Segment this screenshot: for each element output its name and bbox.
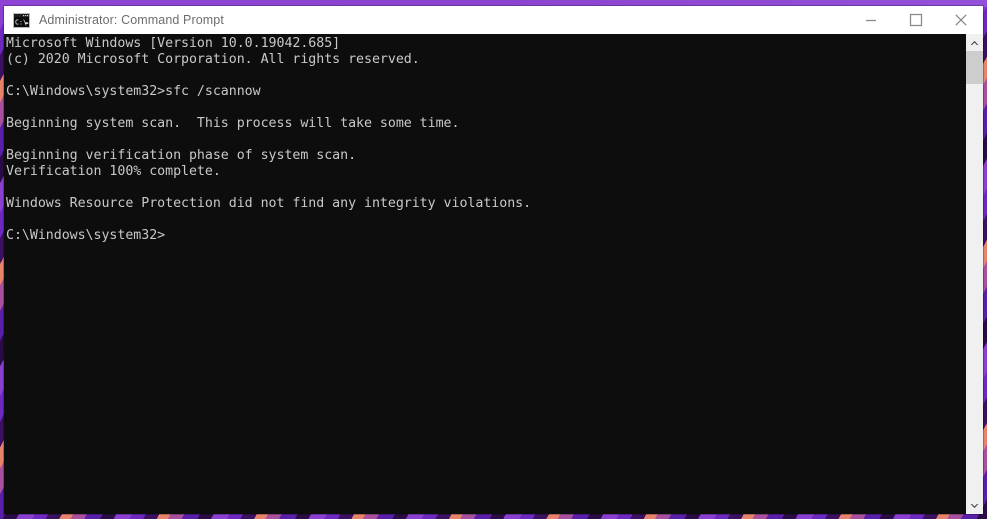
command-prompt-icon: C:\	[13, 12, 30, 28]
scroll-up-button[interactable]	[966, 34, 983, 51]
terminal-area: Microsoft Windows [Version 10.0.19042.68…	[4, 34, 983, 514]
vertical-scrollbar[interactable]	[965, 34, 983, 514]
terminal-output-pane[interactable]: Microsoft Windows [Version 10.0.19042.68…	[4, 34, 965, 514]
terminal-lines: Microsoft Windows [Version 10.0.19042.68…	[5, 36, 965, 244]
window-title: Administrator: Command Prompt	[39, 13, 224, 27]
window-titlebar[interactable]: C:\ Administrator: Command Prompt	[4, 6, 983, 34]
terminal-line: Verification 100% complete.	[6, 164, 221, 179]
terminal-line: (c) 2020 Microsoft Corporation. All righ…	[6, 52, 420, 67]
scrollbar-track[interactable]	[966, 51, 983, 497]
scroll-up-icon	[970, 40, 979, 45]
minimize-button[interactable]	[848, 6, 893, 34]
scroll-down-icon	[970, 503, 979, 508]
close-button[interactable]	[938, 6, 983, 34]
maximize-icon	[909, 13, 922, 27]
terminal-line: Beginning verification phase of system s…	[6, 148, 357, 163]
close-icon	[954, 14, 967, 26]
minimize-icon	[865, 19, 876, 22]
terminal-line: C:\Windows\system32>sfc /scannow	[6, 84, 261, 99]
terminal-line: Windows Resource Protection did not find…	[6, 196, 532, 211]
terminal-line: C:\Windows\system32>	[6, 228, 166, 243]
terminal-line: Beginning system scan. This process will…	[6, 116, 460, 131]
maximize-button[interactable]	[893, 6, 938, 34]
window-controls	[848, 6, 983, 34]
terminal-line: Microsoft Windows [Version 10.0.19042.68…	[6, 36, 341, 51]
command-prompt-window: C:\ Administrator: Command Prompt Micros…	[4, 6, 983, 514]
scrollbar-thumb[interactable]	[966, 51, 983, 84]
scroll-down-button[interactable]	[966, 497, 983, 514]
